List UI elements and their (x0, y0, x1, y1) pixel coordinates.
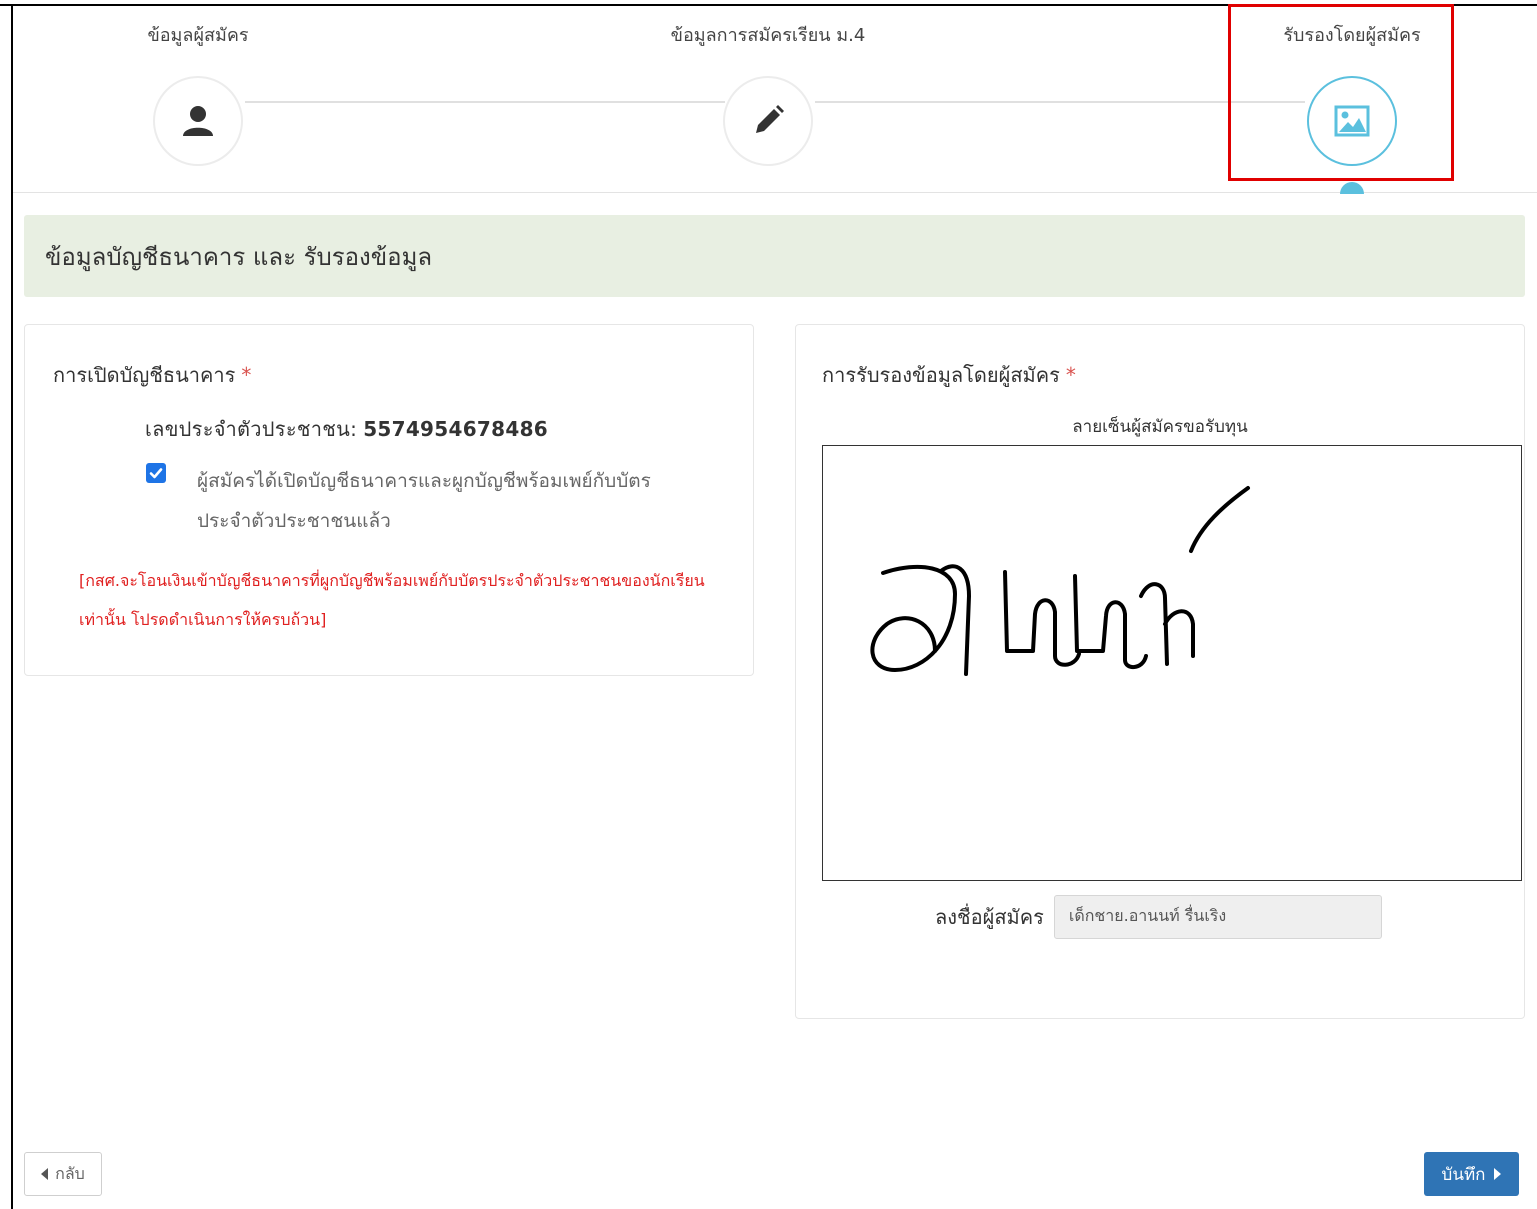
signature-pad[interactable] (822, 445, 1522, 881)
step-title: ข้อมูลผู้สมัคร (147, 25, 249, 46)
back-button-label: กลับ (55, 1163, 85, 1183)
user-icon (183, 106, 213, 136)
checkmark-icon (149, 468, 163, 479)
bank-account-checkbox[interactable] (146, 463, 166, 483)
bank-card-title: การเปิดบัญชีธนาคาร * (53, 359, 251, 391)
pencil-icon (756, 105, 784, 133)
bank-account-card: การเปิดบัญชีธนาคาร * เลขประจำตัวประชาชน: 5… (24, 324, 754, 676)
required-mark: * (1065, 363, 1076, 387)
certify-card-title-text: การรับรองข้อมูลโดยผู้สมัคร (822, 363, 1060, 387)
step-applicant-info[interactable]: ข้อมูลผู้สมัคร (58, 6, 338, 192)
caret-right-icon (1494, 1168, 1502, 1180)
bank-transfer-note: [กสศ.จะโอนเงินเข้าบัญชีธนาคารที่ผูกบัญชี… (79, 571, 705, 629)
citizen-id: เลขประจำตัวประชาชน: 5574954678486 (145, 413, 548, 445)
signature-label: ลายเซ็นผู้สมัครขอรับทุน (1072, 417, 1248, 437)
caret-left-icon (41, 1168, 49, 1180)
active-step-pointer (1340, 182, 1364, 194)
step-circle[interactable] (723, 76, 813, 166)
step-title: ข้อมูลการสมัครเรียน ม.4 (670, 25, 866, 46)
step-enrollment-info[interactable]: ข้อมูลการสมัครเรียน ม.4 (628, 6, 908, 192)
required-mark: * (241, 363, 252, 387)
citizen-id-value: 5574954678486 (363, 417, 548, 441)
save-button[interactable]: บันทึก (1424, 1152, 1519, 1196)
step-circle[interactable] (153, 76, 243, 166)
certify-card-title: การรับรองข้อมูลโดยผู้สมัคร * (822, 359, 1076, 391)
certification-card: การรับรองข้อมูลโดยผู้สมัคร * ลายเซ็นผู้สม… (795, 324, 1525, 1019)
signer-label: ลงชื่อผู้สมัคร (935, 904, 1044, 929)
section-title: ข้อมูลบัญชีธนาคาร และ รับรองข้อมูล (45, 242, 433, 271)
citizen-id-label: เลขประจำตัวประชาชน: (145, 417, 358, 441)
handwritten-signature (870, 486, 1250, 676)
save-button-label: บันทึก (1441, 1164, 1486, 1185)
back-button[interactable]: กลับ (24, 1152, 102, 1196)
bank-card-title-text: การเปิดบัญชีธนาคาร (53, 363, 236, 387)
signer-name-input[interactable] (1053, 894, 1382, 939)
checkbox-label[interactable]: ผู้สมัครได้เปิดบัญชีธนาคารและผูกบัญชีพร้… (197, 461, 687, 541)
signer-row: ลงชื่อผู้สมัคร (935, 894, 1382, 939)
highlight-annotation (1228, 4, 1454, 181)
section-header: ข้อมูลบัญชีธนาคาร และ รับรองข้อมูล (24, 215, 1525, 297)
